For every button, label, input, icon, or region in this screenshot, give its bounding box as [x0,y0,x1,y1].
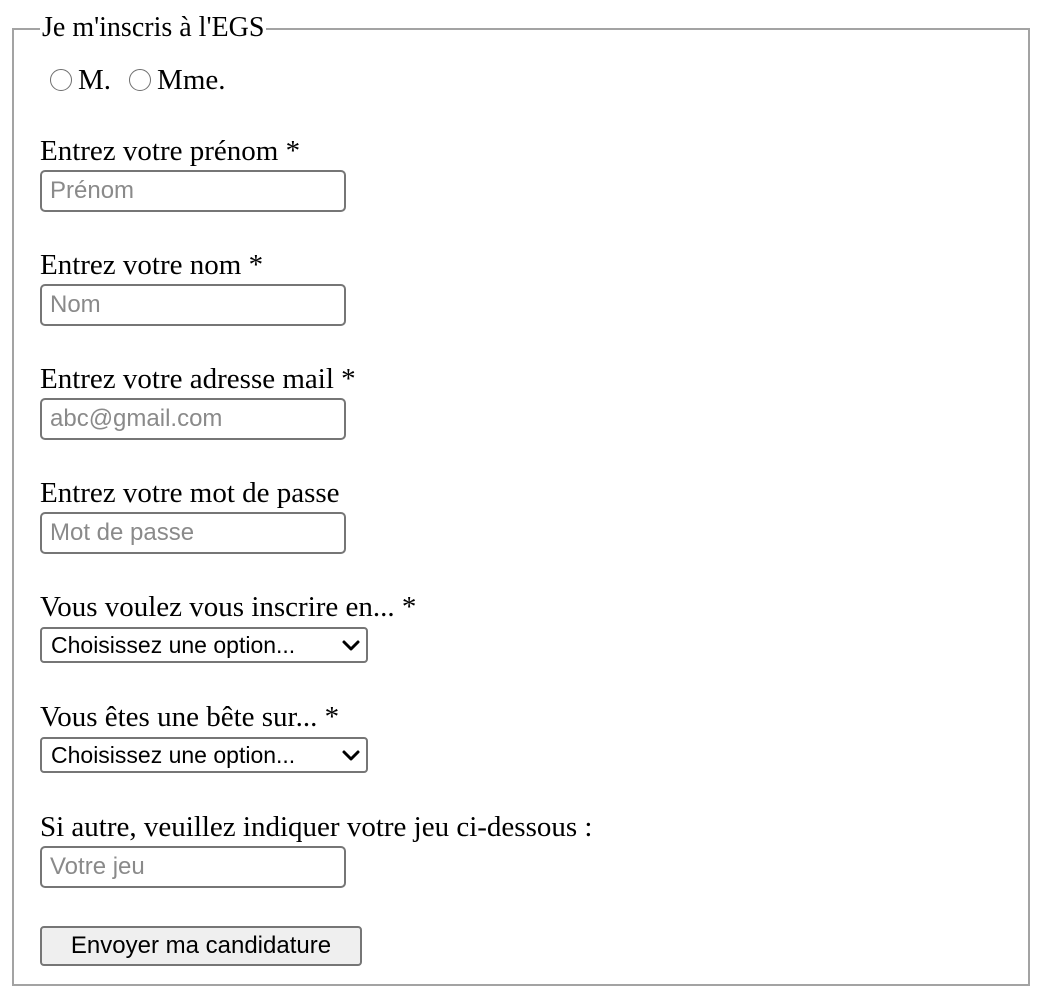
fieldset-legend: Je m'inscris à l'EGS [40,12,267,44]
chevron-down-icon [342,640,360,651]
civility-group: M. Mme. [50,62,244,98]
specialty-select[interactable]: Choisissez une option... [40,737,368,773]
password-input[interactable] [40,512,346,554]
specialty-label: Vous êtes une bête sur... * [40,701,340,733]
other-game-label: Si autre, veuillez indiquer votre jeu ci… [40,811,593,843]
enrollment-selected-value: Choisissez une option... [51,631,296,658]
email-input[interactable] [40,398,346,440]
enrollment-label: Vous voulez vous inscrire en... * [40,591,417,623]
firstname-input[interactable] [40,170,346,212]
email-label: Entrez votre adresse mail * [40,363,356,395]
submit-button[interactable]: Envoyer ma candidature [40,926,362,966]
password-label: Entrez votre mot de passe [40,477,340,509]
lastname-label: Entrez votre nom * [40,249,264,281]
enrollment-select[interactable]: Choisissez une option... [40,627,368,663]
firstname-label: Entrez votre prénom * [40,135,301,167]
lastname-input[interactable] [40,284,346,326]
other-game-input[interactable] [40,846,346,888]
radio-mrs[interactable] [129,69,152,91]
chevron-down-icon [342,750,360,761]
specialty-selected-value: Choisissez une option... [51,741,296,768]
radio-mrs-label[interactable]: Mme. [157,64,225,97]
radio-mr-label[interactable]: M. [78,64,111,97]
radio-mr[interactable] [50,69,72,91]
